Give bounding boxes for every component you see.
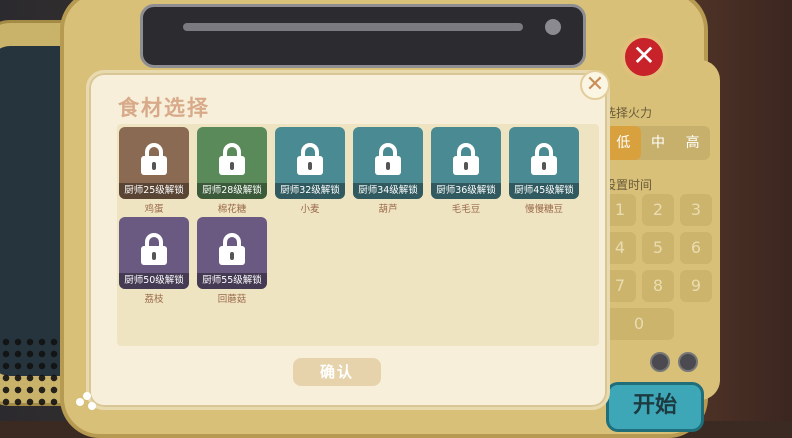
dialog-close-icon[interactable]: ✕ xyxy=(580,70,610,100)
ingredient-name: 葫芦 xyxy=(378,204,398,215)
lock-icon xyxy=(141,143,167,175)
panel-buttons xyxy=(650,352,706,376)
oven-top xyxy=(140,4,586,68)
unlock-requirement: 厨师34级解锁 xyxy=(353,183,423,199)
unlock-requirement: 厨师45级解锁 xyxy=(509,183,579,199)
lock-icon xyxy=(219,143,245,175)
lock-icon xyxy=(531,143,557,175)
lock-icon xyxy=(453,143,479,175)
fire-option-mid[interactable]: 中 xyxy=(641,126,676,160)
keypad-key[interactable]: 9 xyxy=(680,270,712,302)
ingredient-card[interactable]: 厨师25级解锁 xyxy=(119,127,189,199)
oven-knob xyxy=(545,19,561,35)
start-button[interactable]: 开始 xyxy=(606,382,704,432)
keypad-key[interactable]: 3 xyxy=(680,194,712,226)
time-label: 设置时间 xyxy=(604,178,653,192)
ingredient-name: 毛毛豆 xyxy=(451,204,481,215)
panel-button[interactable] xyxy=(650,352,670,372)
confirm-button[interactable]: 确认 xyxy=(293,358,381,386)
unlock-requirement: 厨师28级解锁 xyxy=(197,183,267,199)
unlock-requirement: 厨师55级解锁 xyxy=(197,273,267,289)
keypad-key[interactable]: 8 xyxy=(642,270,674,302)
ingredient-card[interactable]: 厨师45级解锁 xyxy=(509,127,579,199)
unlock-requirement: 厨师32级解锁 xyxy=(275,183,345,199)
time-keypad: 1 2 3 4 5 6 7 8 9 0 xyxy=(604,194,712,340)
lock-icon xyxy=(375,143,401,175)
ingredient-card[interactable]: 厨师55级解锁 xyxy=(197,217,267,289)
dialog-title: 食材选择 xyxy=(118,96,210,120)
lock-icon xyxy=(141,233,167,265)
ingredient-card[interactable]: 厨师32级解锁 xyxy=(275,127,345,199)
fire-option-high[interactable]: 高 xyxy=(675,126,710,160)
keypad-key[interactable]: 6 xyxy=(680,232,712,264)
ingredient-card[interactable]: 厨师28级解锁 xyxy=(197,127,267,199)
ingredient-card[interactable]: 厨师50级解锁 xyxy=(119,217,189,289)
keypad-key[interactable]: 0 xyxy=(604,308,674,340)
keypad-key[interactable]: 2 xyxy=(642,194,674,226)
ingredient-name: 回蘑菇 xyxy=(217,294,247,305)
ingredient-name: 慢慢糖豆 xyxy=(524,204,563,215)
lock-icon xyxy=(297,143,323,175)
lock-icon xyxy=(219,233,245,265)
ingredient-name: 棉花糖 xyxy=(217,204,247,215)
ingredient-name: 小麦 xyxy=(300,204,320,215)
keypad-key[interactable]: 5 xyxy=(642,232,674,264)
fire-selector: 低 中 高 xyxy=(606,126,710,160)
paw-icon xyxy=(76,392,98,414)
fire-option-low[interactable]: 低 xyxy=(606,126,641,160)
unlock-requirement: 厨师36级解锁 xyxy=(431,183,501,199)
ingredient-name: 鸡蛋 xyxy=(144,204,164,215)
unlock-requirement: 厨师25级解锁 xyxy=(119,183,189,199)
fire-label: 选择火力 xyxy=(604,106,653,120)
oven-slot xyxy=(183,23,523,31)
panel-button[interactable] xyxy=(678,352,698,372)
ingredient-card[interactable]: 厨师34级解锁 xyxy=(353,127,423,199)
unlock-requirement: 厨师50级解锁 xyxy=(119,273,189,289)
ingredient-name: 荔枝 xyxy=(144,294,164,305)
ingredient-card[interactable]: 厨师36级解锁 xyxy=(431,127,501,199)
close-icon[interactable]: ✕ xyxy=(621,34,667,80)
